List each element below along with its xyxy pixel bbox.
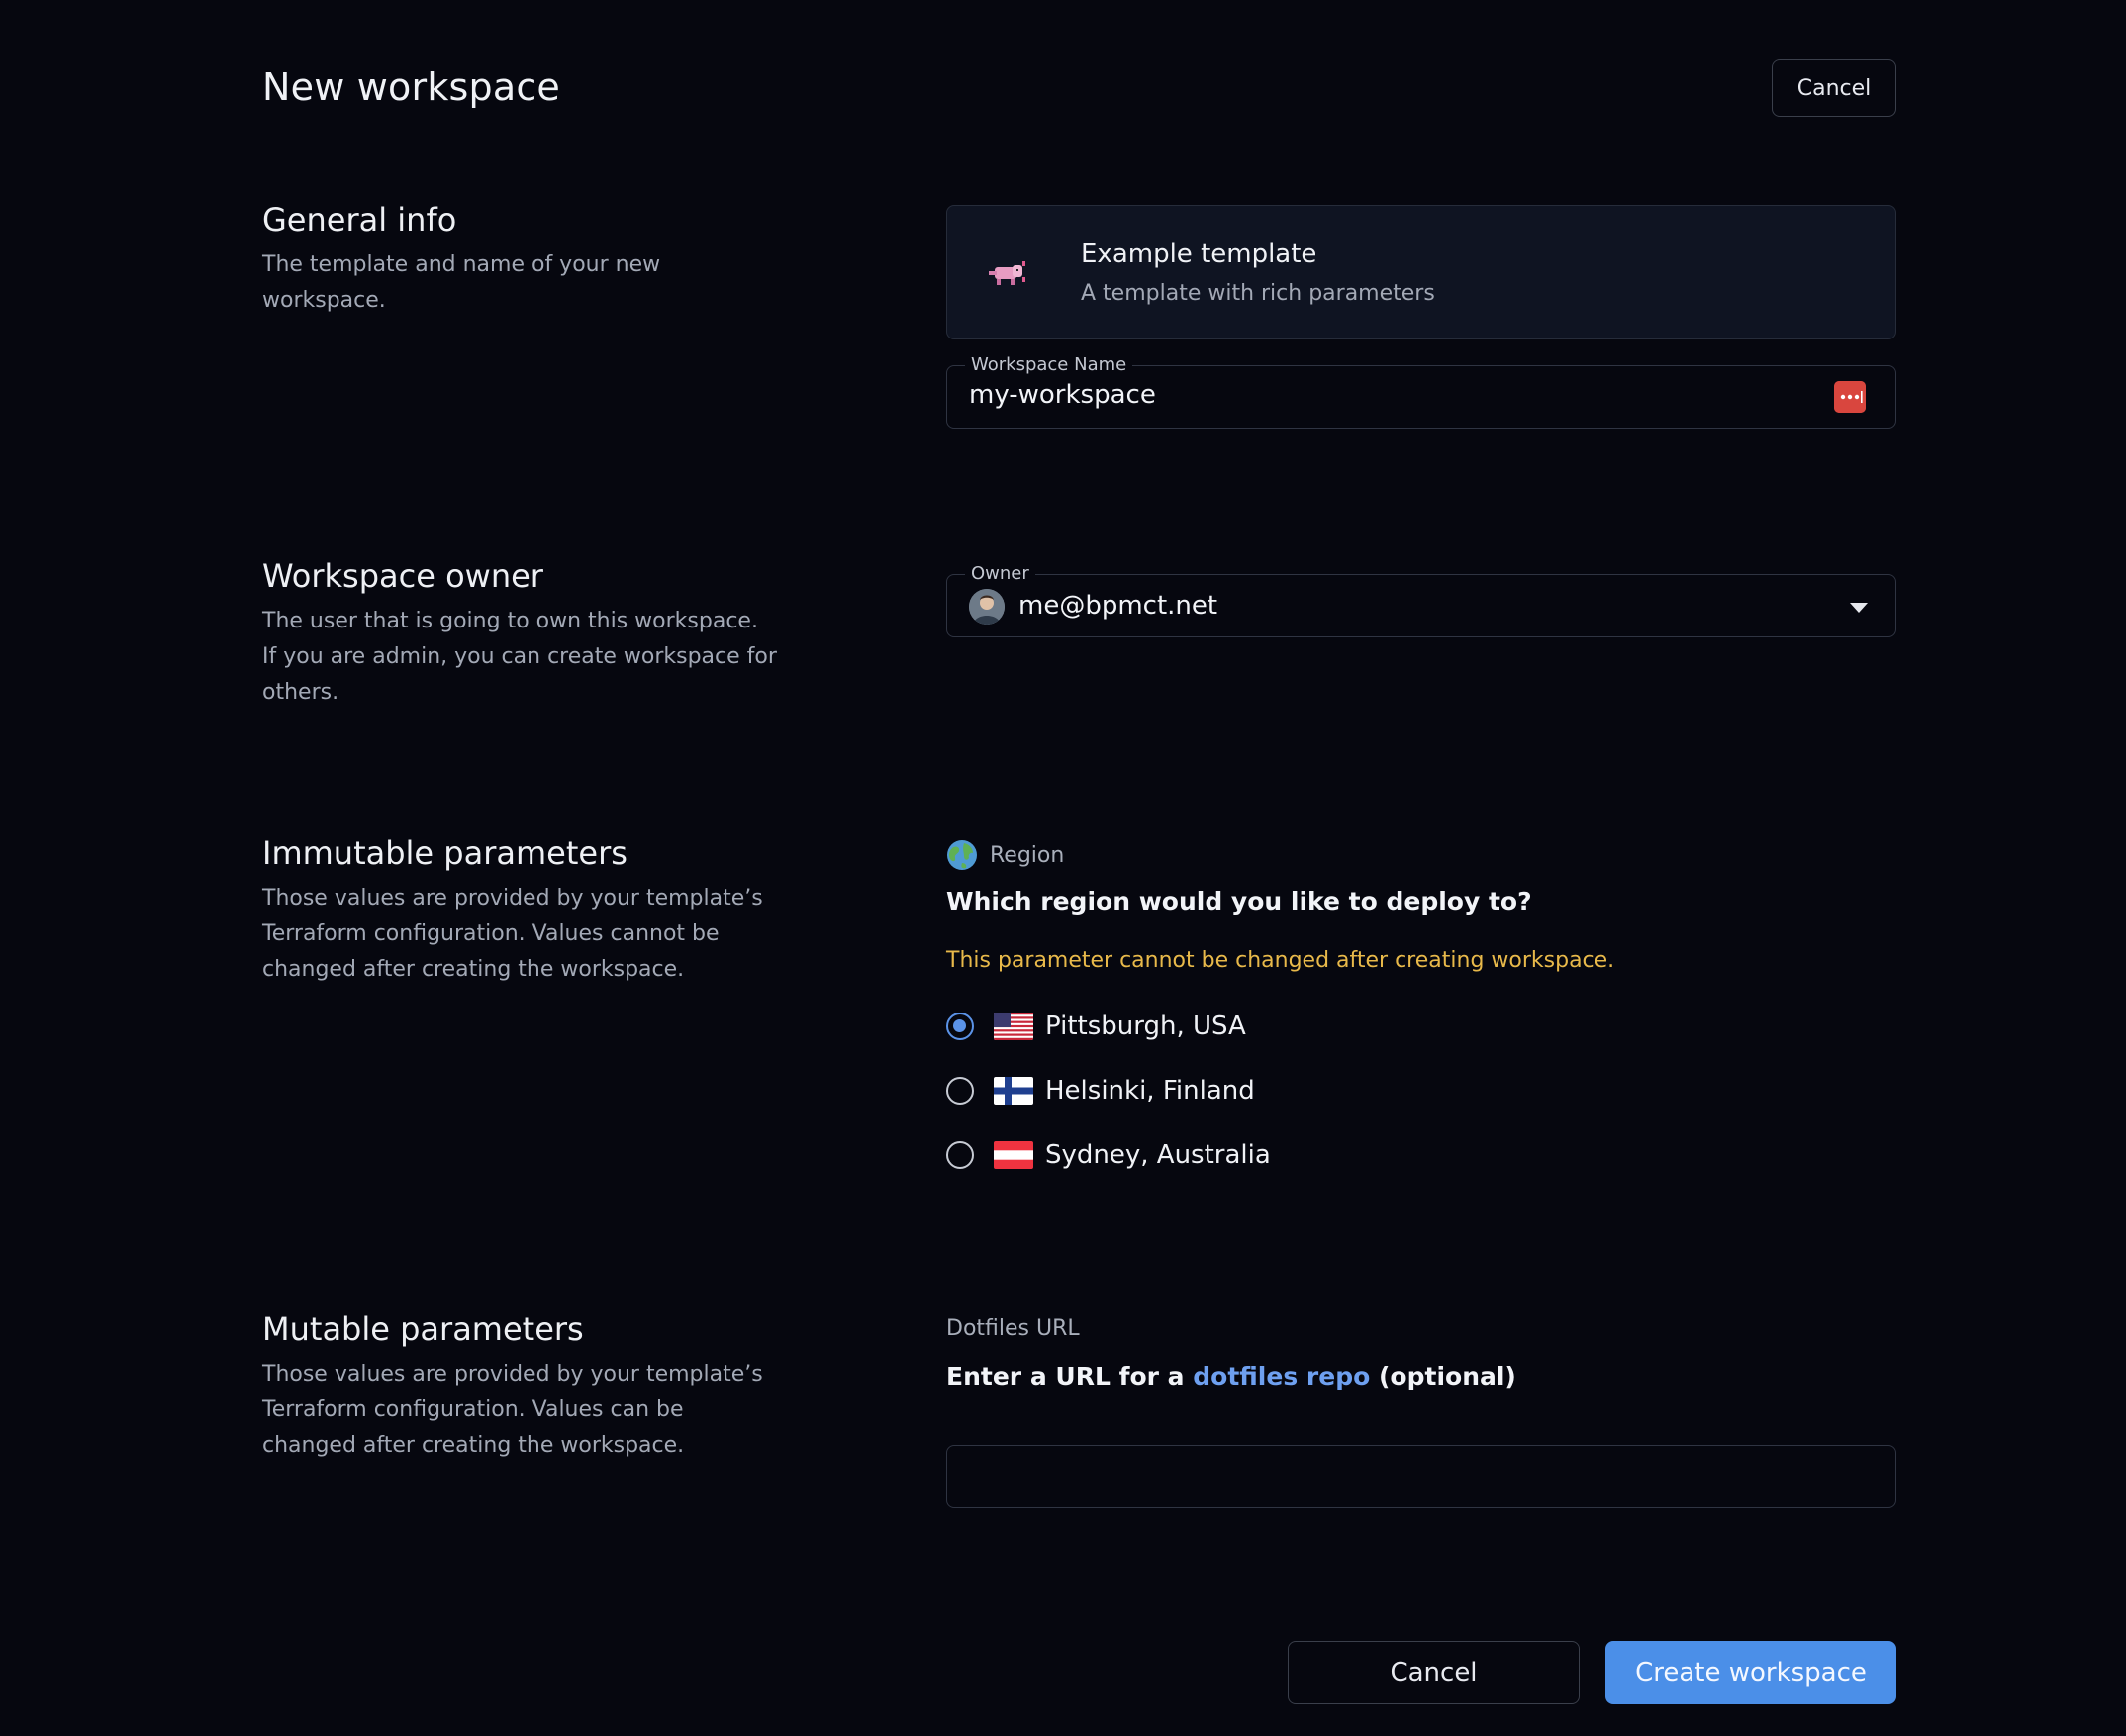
region-option-label: Helsinki, Finland: [1045, 1076, 1255, 1106]
fi-flag-icon: [994, 1077, 1033, 1105]
region-option-label: Sydney, Australia: [1045, 1140, 1271, 1170]
section-description: The user that is going to own this works…: [262, 609, 777, 705]
au-flag-icon: [994, 1141, 1033, 1169]
footer-cancel-button[interactable]: Cancel: [1288, 1641, 1580, 1704]
region-option-label: Pittsburgh, USA: [1045, 1012, 1246, 1041]
section-title: Mutable parameters: [262, 1310, 584, 1348]
region-question: Which region would you like to deploy to…: [946, 887, 1532, 916]
general-info-section: General info The template and name of yo…: [262, 198, 777, 319]
template-card: Example template A template with rich pa…: [946, 205, 1896, 339]
owner-select[interactable]: Owner me@bpmct.net: [946, 563, 1896, 637]
page-title: New workspace: [262, 65, 560, 109]
section-title: General info: [262, 201, 457, 239]
dotfiles-repo-link[interactable]: dotfiles repo: [1193, 1362, 1370, 1391]
dotfiles-question-prefix: Enter a URL for a: [946, 1362, 1185, 1391]
chevron-down-icon[interactable]: [1850, 603, 1868, 613]
globe-icon: [947, 840, 977, 870]
section-description: Those values are provided by your templa…: [262, 1362, 763, 1458]
workspace-owner-section: Workspace owner The user that is going t…: [262, 554, 777, 711]
immutable-parameters-section: Immutable parameters Those values are pr…: [262, 831, 777, 988]
radio-button[interactable]: [946, 1013, 974, 1040]
workspace-name-field[interactable]: Workspace Name: [946, 354, 1896, 429]
section-description: The template and name of your new worksp…: [262, 252, 661, 313]
immutable-warning: This parameter cannot be changed after c…: [946, 948, 1615, 973]
mutable-parameters-section: Mutable parameters Those values are prov…: [262, 1307, 777, 1464]
owner-value: me@bpmct.net: [1018, 591, 1218, 621]
owner-label: Owner: [965, 563, 1035, 585]
section-title: Immutable parameters: [262, 834, 628, 872]
section-description: Those values are provided by your templa…: [262, 886, 763, 982]
axolotl-icon: [989, 261, 1025, 285]
dotfiles-url-input[interactable]: [946, 1445, 1896, 1508]
section-title: Workspace owner: [262, 557, 543, 595]
create-workspace-button[interactable]: Create workspace: [1605, 1641, 1896, 1704]
region-option-helsinki[interactable]: Helsinki, Finland: [946, 1076, 1255, 1106]
template-name: Example template: [1081, 240, 1317, 269]
region-param-header: Region: [946, 839, 1064, 871]
region-label: Region: [990, 842, 1065, 868]
dotfiles-question: Enter a URL for a dotfiles repo (optiona…: [946, 1362, 1516, 1391]
radio-button[interactable]: [946, 1077, 974, 1105]
password-manager-icon[interactable]: [1834, 381, 1866, 413]
dotfiles-label: Dotfiles URL: [946, 1316, 1080, 1341]
region-option-pittsburgh[interactable]: Pittsburgh, USA: [946, 1012, 1246, 1041]
region-option-sydney[interactable]: Sydney, Australia: [946, 1140, 1271, 1170]
workspace-name-input[interactable]: [969, 380, 1810, 410]
us-flag-icon: [994, 1013, 1033, 1040]
workspace-name-label: Workspace Name: [965, 354, 1133, 376]
dotfiles-question-suffix: (optional): [1379, 1362, 1516, 1391]
radio-button[interactable]: [946, 1141, 974, 1169]
cancel-button[interactable]: Cancel: [1772, 59, 1896, 117]
avatar: [969, 589, 1005, 625]
template-description: A template with rich parameters: [1081, 281, 1435, 306]
